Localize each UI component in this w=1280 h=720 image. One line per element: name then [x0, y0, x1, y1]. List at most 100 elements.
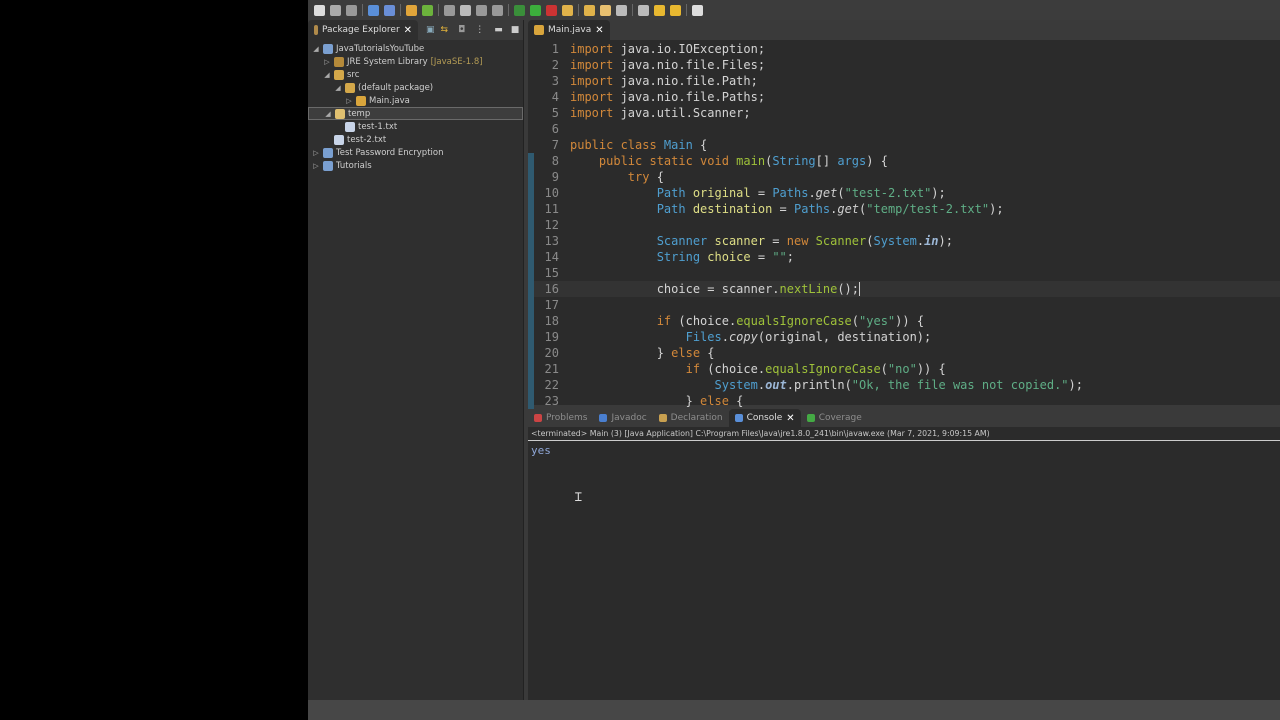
expand-arrow-icon[interactable]: ▷	[312, 149, 320, 157]
close-icon[interactable]: ✕	[404, 25, 412, 36]
code-line[interactable]: 22 System.out.println("Ok, the file was …	[528, 377, 1280, 393]
code-line[interactable]: 1 import java.io.IOException;	[528, 41, 1280, 57]
code-line[interactable]: 4 import java.nio.file.Paths;	[528, 89, 1280, 105]
code-text: import java.util.Scanner;	[570, 105, 751, 121]
folder-icon	[335, 108, 345, 119]
code-line[interactable]: 15	[528, 265, 1280, 281]
new-class-icon[interactable]	[422, 4, 433, 16]
search-icon[interactable]	[600, 4, 611, 16]
collapse-all-icon[interactable]: ▣	[426, 25, 435, 35]
tab-javadoc[interactable]: Javadoc	[593, 409, 652, 427]
line-number: 6	[551, 122, 559, 136]
code-editor[interactable]: Main.java ✕ 1 import java.io.IOException;…	[528, 20, 1280, 409]
external-tools-icon[interactable]	[546, 4, 557, 16]
code-line[interactable]: 7 public class Main {	[528, 137, 1280, 153]
tab-label: Declaration	[670, 413, 723, 423]
maximize-icon[interactable]: ■	[511, 25, 520, 35]
expand-arrow-icon[interactable]: ◢	[334, 84, 342, 92]
tab-declaration[interactable]: Declaration	[653, 409, 729, 427]
code-line[interactable]: 17	[528, 297, 1280, 313]
tab-console[interactable]: Console ✕	[728, 409, 801, 427]
tree-item[interactable]: ◢ temp	[308, 107, 523, 120]
code-line[interactable]: 13 Scanner scanner = new Scanner(System.…	[528, 233, 1280, 249]
code-line[interactable]: 6	[528, 121, 1280, 137]
tree-item[interactable]: test-1.txt	[308, 120, 523, 133]
new-java-project-icon[interactable]	[406, 4, 417, 16]
next-annotation-icon[interactable]	[616, 4, 627, 16]
close-icon[interactable]: ✕	[786, 413, 794, 424]
run-icon[interactable]	[514, 4, 525, 16]
toolbar-separator	[686, 4, 687, 16]
code-line[interactable]: 20 } else {	[528, 345, 1280, 361]
tab-main-java[interactable]: Main.java ✕	[528, 20, 610, 40]
prev-annotation-icon[interactable]	[638, 4, 649, 16]
coverage-icon[interactable]	[530, 4, 541, 16]
code-token: try	[570, 170, 650, 184]
tree-item[interactable]: ◢ (default package)	[308, 81, 523, 94]
code-line[interactable]: 12	[528, 217, 1280, 233]
tree-item[interactable]: test-2.txt	[308, 133, 523, 146]
save-icon[interactable]	[330, 4, 341, 16]
tree-item[interactable]: ▷ JRE System Library [JavaSE-1.8]	[308, 55, 523, 68]
code-line[interactable]: 23 } else {	[528, 393, 1280, 409]
text-cursor-icon: Ɪ	[575, 490, 582, 504]
expand-arrow-icon[interactable]: ▷	[312, 162, 320, 170]
code-token: java.io.IOException;	[613, 42, 766, 56]
code-line[interactable]: 18 if (choice.equalsIgnoreCase("yes")) {	[528, 313, 1280, 329]
expand-arrow-icon[interactable]: ◢	[312, 45, 320, 53]
code-line[interactable]: 2 import java.nio.file.Files;	[528, 57, 1280, 73]
console-output[interactable]: yes	[528, 441, 1280, 460]
link-with-editor-icon[interactable]: ⇆	[441, 25, 449, 35]
tree-item[interactable]: ◢ src	[308, 68, 523, 81]
toggle-mark-icon[interactable]	[444, 4, 455, 16]
new-icon[interactable]	[314, 4, 325, 16]
skip-breakpoints-icon[interactable]	[384, 4, 395, 16]
code-line[interactable]: 9 try {	[528, 169, 1280, 185]
debug-icon[interactable]	[492, 4, 503, 16]
code-line[interactable]: 5 import java.util.Scanner;	[528, 105, 1280, 121]
close-icon[interactable]: ✕	[595, 25, 603, 36]
open-perspective-icon[interactable]	[692, 4, 703, 16]
code-line[interactable]: 10 Path original = Paths.get("test-2.txt…	[528, 185, 1280, 201]
code-line[interactable]: 19 Files.copy(original, destination);	[528, 329, 1280, 345]
tree-item[interactable]: ▷ Main.java	[308, 94, 523, 107]
code-line[interactable]: 16 choice = scanner.nextLine();	[528, 281, 1280, 297]
minimize-icon[interactable]: ▬	[494, 25, 503, 35]
tab-label: Problems	[546, 413, 588, 423]
tree-item-label: Test Password Encryption	[336, 147, 444, 158]
forward-icon[interactable]	[670, 4, 681, 16]
open-type-icon[interactable]	[562, 4, 573, 16]
tab-package-explorer[interactable]: Package Explorer ✕	[308, 20, 419, 40]
code-token: {	[728, 394, 744, 408]
expand-arrow-icon[interactable]: ▷	[323, 58, 331, 66]
code-token: java.nio.file.Path;	[613, 74, 758, 88]
terminal-icon[interactable]	[368, 4, 379, 16]
filter-icon[interactable]: ◘	[458, 25, 465, 35]
edit-icon[interactable]	[460, 4, 471, 16]
open-folder-icon[interactable]	[584, 4, 595, 16]
code-token: import	[570, 106, 614, 120]
code-text: Path original = Paths.get("test-2.txt");	[570, 185, 946, 201]
back-icon[interactable]	[654, 4, 665, 16]
tab-coverage[interactable]: Coverage	[801, 409, 868, 427]
view-menu-icon[interactable]: ⋮	[475, 25, 484, 35]
eclipse-window: Package Explorer ✕ ▣ ⇆ ◘ ⋮ ▬ ■ ◢ JavaTuto…	[308, 0, 1280, 720]
expand-arrow-icon[interactable]: ◢	[323, 71, 331, 79]
code-line[interactable]: 3 import java.nio.file.Path;	[528, 73, 1280, 89]
code-line[interactable]: 11 Path destination = Paths.get("temp/te…	[528, 201, 1280, 217]
code-token: new	[786, 234, 816, 248]
code-line[interactable]: 14 String choice = "";	[528, 249, 1280, 265]
code-lines[interactable]: 1 import java.io.IOException; 2 import java…	[528, 41, 1280, 409]
code-line[interactable]: 8 public static void main(String[] args)…	[528, 153, 1280, 169]
tab-problems[interactable]: Problems	[528, 409, 593, 427]
expand-arrow-icon[interactable]: ▷	[345, 97, 353, 105]
save-all-icon[interactable]	[346, 4, 357, 16]
code-line[interactable]: 21 if (choice.equalsIgnoreCase("no")) {	[528, 361, 1280, 377]
toolbar-separator	[438, 4, 439, 16]
tree-item[interactable]: ▷ Test Password Encryption	[308, 146, 523, 159]
code-token: public static void	[570, 154, 737, 168]
whitespace-icon[interactable]	[476, 4, 487, 16]
expand-arrow-icon[interactable]: ◢	[324, 110, 332, 118]
tree-item[interactable]: ▷ Tutorials	[308, 159, 523, 172]
tree-item[interactable]: ◢ JavaTutorialsYouTube	[308, 42, 523, 55]
